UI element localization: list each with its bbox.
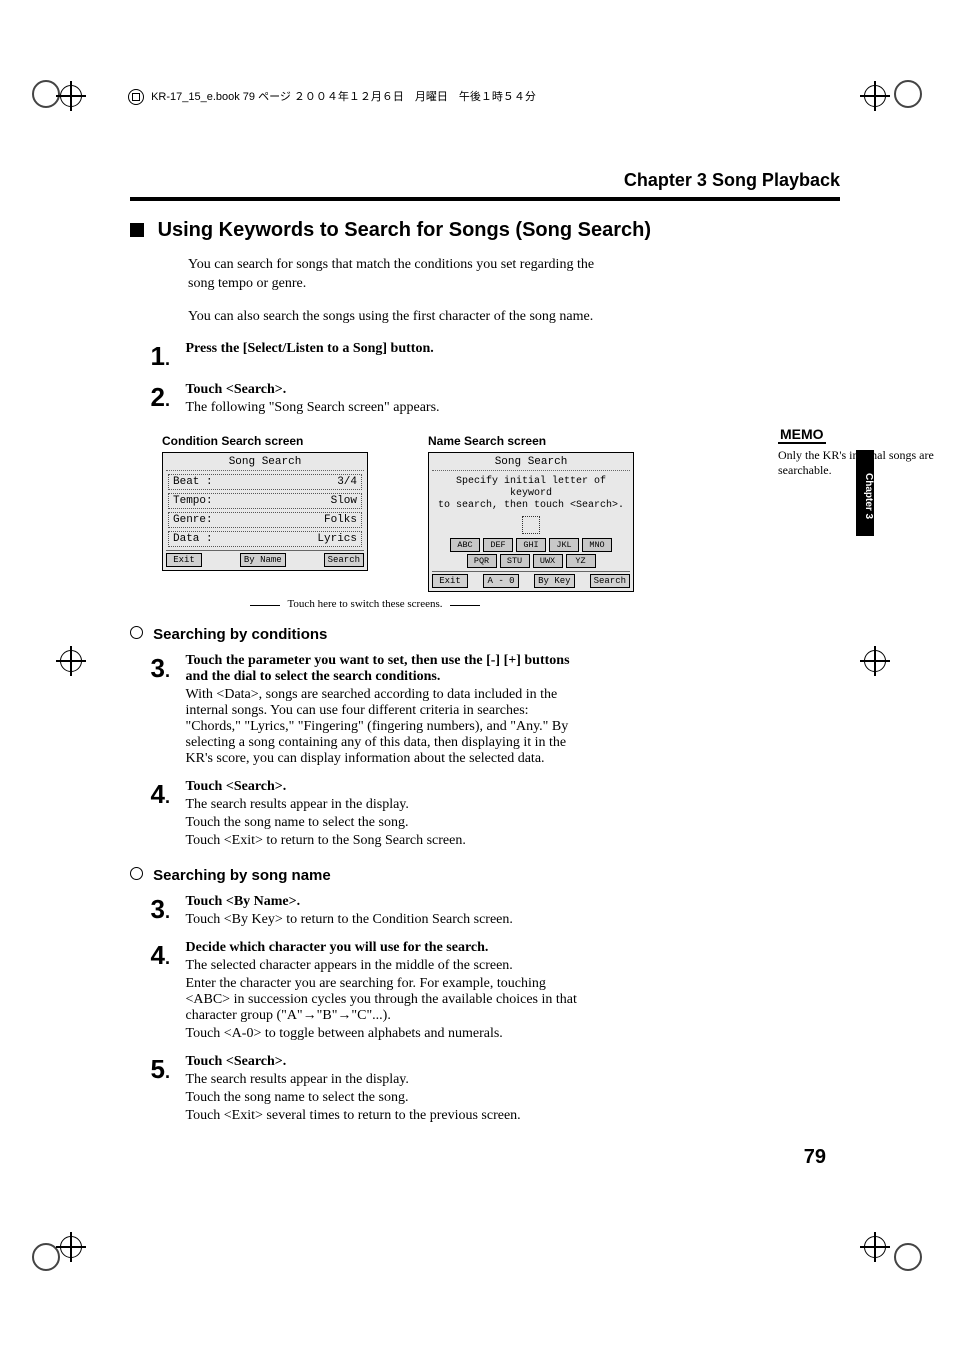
step-4-name: 4. Decide which character you will use f…: [130, 940, 600, 1044]
step-note: The search results appear in the display…: [186, 797, 586, 813]
lcd-param-row: Beat :3/4: [168, 474, 362, 490]
step-text: Decide which character you will use for …: [186, 940, 489, 955]
circle-bullet-icon: [130, 867, 143, 880]
step-note: Touch the song name to select the song.: [186, 815, 586, 831]
crop-mark-icon: [60, 1236, 90, 1266]
crop-mark-icon: [864, 85, 894, 115]
book-icon: [128, 89, 144, 105]
step-3-conditions: 3. Touch the parameter you want to set, …: [130, 653, 600, 769]
step-text: Touch the parameter you want to set, the…: [186, 653, 570, 684]
step-number: 3.: [130, 894, 170, 925]
step-note: Touch <Exit> several times to return to …: [186, 1108, 586, 1124]
lcd-search-button: Search: [590, 574, 630, 588]
step-text: Touch <By Name>.: [186, 894, 301, 909]
lcd-param-row: Genre:Folks: [168, 512, 362, 528]
lcd-screen: Song Search Specify initial letter of ke…: [428, 452, 634, 592]
circle-bullet-icon: [130, 626, 143, 639]
lcd-key: ABC: [450, 538, 480, 552]
lcd-key-row: PQR STU UWX YZ: [432, 554, 630, 568]
step-number: 4.: [130, 779, 170, 810]
step-4-conditions: 4. Touch <Search>. The search results ap…: [130, 779, 600, 851]
step-note: Enter the character you are searching fo…: [186, 976, 586, 1024]
step-text: Press the [Select/Listen to a Song] butt…: [186, 341, 434, 356]
step-note: With <Data>, songs are searched accordin…: [186, 687, 586, 767]
lcd-key: GHI: [516, 538, 546, 552]
screen-label: Condition Search screen: [162, 434, 368, 448]
screen-label: Name Search screen: [428, 434, 634, 448]
crop-mark-icon: [60, 85, 90, 115]
step-text: Touch <Search>.: [186, 779, 287, 794]
step-note: The selected character appears in the mi…: [186, 958, 586, 974]
intro-line: You can also search the songs using the …: [188, 308, 600, 327]
step-note: The search results appear in the display…: [186, 1072, 586, 1088]
lcd-key: STU: [500, 554, 530, 568]
section-title-text: Using Keywords to Search for Songs (Song…: [158, 219, 651, 241]
lcd-param-row: Data :Lyrics: [168, 531, 362, 547]
lcd-param-row: Tempo:Slow: [168, 493, 362, 509]
crop-mark-icon: [864, 1236, 894, 1266]
lcd-key: YZ: [566, 554, 596, 568]
square-bullet-icon: [130, 223, 144, 237]
lcd-exit-button: Exit: [166, 553, 202, 567]
step-number: 1.: [130, 341, 170, 372]
step-1: 1. Press the [Select/Listen to a Song] b…: [130, 341, 600, 372]
step-note: The following "Song Search screen" appea…: [186, 400, 586, 416]
lcd-key-row: ABC DEF GHI JKL MNO: [432, 538, 630, 552]
step-note: Touch the song name to select the song.: [186, 1090, 586, 1106]
intro-line: You can search for songs that match the …: [188, 256, 600, 294]
step-number: 4.: [130, 940, 170, 971]
lcd-exit-button: Exit: [432, 574, 468, 588]
meta-text: KR-17_15_e.book 79 ページ ２００４年１２月６日 月曜日 午後…: [151, 91, 536, 103]
name-search-screen: Name Search screen Song Search Specify i…: [428, 434, 634, 592]
registration-mark-icon: [894, 1243, 922, 1271]
lcd-key: PQR: [467, 554, 497, 568]
step-number: 2.: [130, 382, 170, 413]
section-title: Using Keywords to Search for Songs (Song…: [130, 219, 840, 242]
page-meta-header: KR-17_15_e.book 79 ページ ２００４年１２月６日 月曜日 午後…: [128, 88, 536, 105]
step-number: 5.: [130, 1054, 170, 1085]
memo-text: Only the KR's internal songs are searcha…: [778, 448, 954, 478]
lcd-key: DEF: [483, 538, 513, 552]
memo-block: MEMO Only the KR's internal songs are se…: [778, 426, 954, 478]
screens-row: Condition Search screen Song Search Beat…: [162, 434, 600, 592]
lcd-title: Song Search: [432, 456, 630, 471]
step-text: Touch <Search>.: [186, 1054, 287, 1069]
step-5-name: 5. Touch <Search>. The search results ap…: [130, 1054, 600, 1126]
step-note: Touch <Exit> to return to the Song Searc…: [186, 833, 586, 849]
lcd-byname-button: By Name: [240, 553, 286, 567]
step-number: 3.: [130, 653, 170, 684]
sub-heading-conditions: Searching by conditions: [130, 626, 600, 643]
step-note: Touch <A-0> to toggle between alphabets …: [186, 1026, 586, 1042]
lcd-key: JKL: [549, 538, 579, 552]
intro-block: You can search for songs that match the …: [188, 256, 600, 327]
step-text: Touch <Search>.: [186, 382, 287, 397]
registration-mark-icon: [894, 80, 922, 108]
lcd-screen: Song Search Beat :3/4 Tempo:Slow Genre:F…: [162, 452, 368, 571]
chapter-heading: Chapter 3 Song Playback: [130, 170, 840, 201]
condition-search-screen: Condition Search screen Song Search Beat…: [162, 434, 368, 592]
switch-caption: Touch here to switch these screens.: [130, 598, 600, 610]
registration-mark-icon: [32, 80, 60, 108]
lcd-a0-button: A - 0: [483, 574, 519, 588]
lcd-hint: Specify initial letter of keyword to sea…: [432, 474, 630, 514]
lcd-bykey-button: By Key: [534, 574, 574, 588]
step-note: Touch <By Key> to return to the Conditio…: [186, 912, 586, 928]
step-3-name: 3. Touch <By Name>. Touch <By Key> to re…: [130, 894, 600, 930]
step-2: 2. Touch <Search>. The following "Song S…: [130, 382, 600, 418]
crop-mark-icon: [60, 650, 90, 680]
lcd-search-button: Search: [324, 553, 364, 567]
page-number: 79: [804, 1146, 826, 1169]
lcd-key: UWX: [533, 554, 563, 568]
crop-mark-icon: [864, 650, 894, 680]
lcd-char-box: [522, 516, 540, 534]
sub-heading-songname: Searching by song name: [130, 867, 600, 884]
memo-label: MEMO: [778, 426, 826, 444]
lcd-title: Song Search: [166, 456, 364, 471]
lcd-key: MNO: [582, 538, 612, 552]
